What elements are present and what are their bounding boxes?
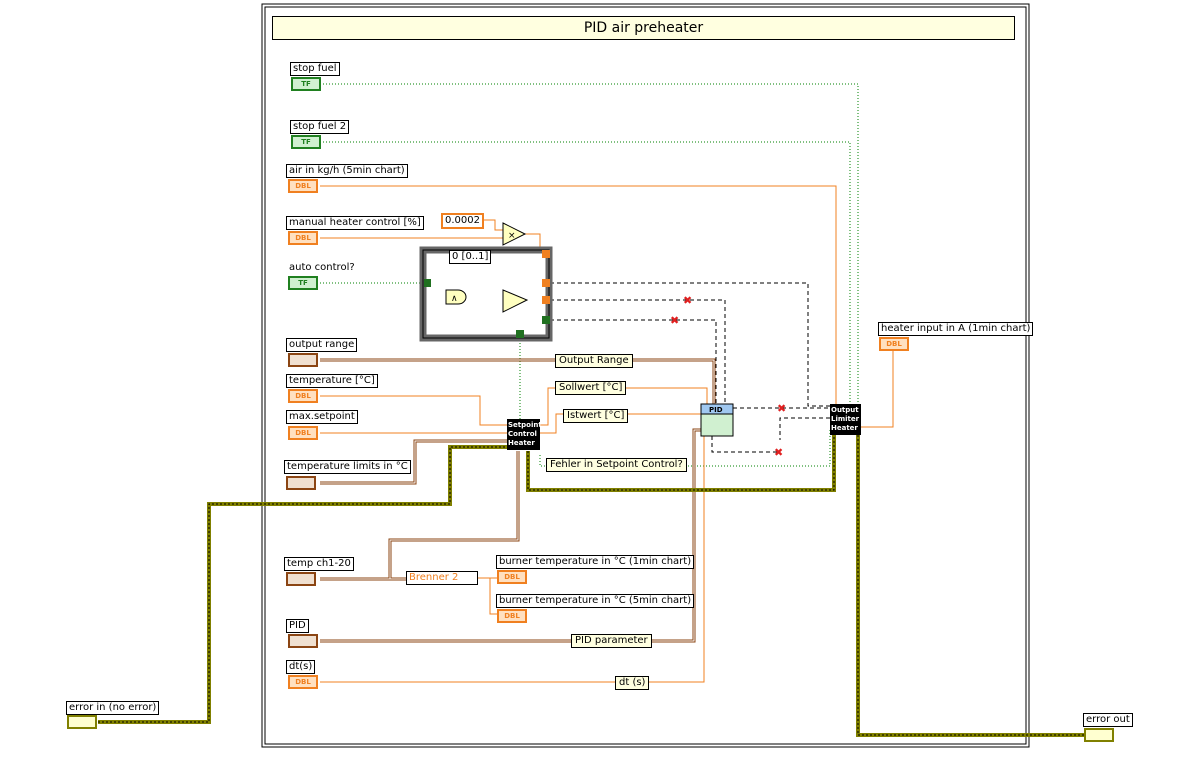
label-output-range: output range — [286, 338, 358, 352]
wire-label-fehler: Fehler in Setpoint Control? — [546, 458, 687, 472]
terminal-burner-5min[interactable]: DBL — [497, 609, 527, 623]
label-temperature: temperature [°C] — [286, 374, 378, 388]
terminal-temperature-limits[interactable] — [286, 476, 316, 490]
wire-label-istwert: Istwert [°C] — [563, 409, 629, 423]
wire-label-dt: dt (s) — [615, 676, 650, 690]
label-stop-fuel-2: stop fuel 2 — [290, 120, 350, 134]
label-error-in: error in (no error) — [66, 701, 160, 715]
label-air: air in kg/h (5min chart) — [286, 164, 408, 178]
label-stop-fuel: stop fuel — [290, 62, 340, 76]
label-heater-input: heater input in A (1min chart) — [878, 322, 1034, 336]
svg-text:PID: PID — [709, 406, 723, 414]
terminal-error-in[interactable] — [67, 715, 97, 729]
wire-label-output-range: Output Range — [555, 354, 633, 368]
terminal-air[interactable]: DBL — [288, 179, 318, 193]
svg-text:✖: ✖ — [683, 294, 692, 307]
terminal-stop-fuel-2[interactable]: TF — [291, 135, 321, 149]
svg-text:✖: ✖ — [777, 402, 786, 415]
svg-text:×: × — [508, 231, 516, 241]
terminal-temperature[interactable]: DBL — [288, 389, 318, 403]
label-temperature-limits: temperature limits in °C — [284, 460, 411, 474]
terminal-error-out[interactable] — [1084, 728, 1114, 742]
label-max-setpoint: max.setpoint — [286, 410, 358, 424]
svg-text:✖: ✖ — [774, 446, 783, 459]
wire-label-sollwert: Sollwert [°C] — [555, 381, 627, 395]
unbundle-brenner-2[interactable]: Brenner 2 — [406, 571, 478, 585]
label-pid: PID — [286, 619, 309, 633]
diagram-title: PID air preheater — [272, 16, 1015, 40]
constant-0.0002[interactable]: 0.0002 — [441, 213, 484, 229]
label-error-out: error out — [1083, 713, 1133, 727]
wire-label-pid-parameter: PID parameter — [571, 634, 652, 648]
block-diagram: ✖ ✖ ✖ ✖ × ∧ PID PID air preheater stop fuel… — [0, 0, 1195, 764]
svg-text:∧: ∧ — [451, 294, 458, 304]
terminal-max-setpoint[interactable]: DBL — [288, 426, 318, 440]
terminal-pid[interactable] — [288, 634, 318, 648]
label-burner-5min: burner temperature in °C (5min chart) — [496, 594, 695, 608]
terminal-dt[interactable]: DBL — [288, 675, 318, 689]
output-limiter-subvi[interactable]: Output Limiter Heater — [830, 404, 861, 435]
label-auto-control: auto control? — [286, 261, 358, 275]
terminal-stop-fuel[interactable]: TF — [291, 77, 321, 91]
label-burner-1min: burner temperature in °C (1min chart) — [496, 555, 695, 569]
label-dt: dt(s) — [286, 660, 316, 674]
terminal-auto-control[interactable]: TF — [288, 276, 318, 290]
svg-text:✖: ✖ — [670, 314, 679, 327]
terminal-temp-ch[interactable] — [286, 572, 316, 586]
setpoint-control-subvi[interactable]: Setpoint Control Heater — [507, 419, 542, 450]
case-selector[interactable]: 0 [0..1] — [449, 250, 492, 264]
label-manual-heater: manual heater control [%] — [286, 216, 424, 230]
terminal-heater-input[interactable]: DBL — [879, 337, 909, 351]
terminal-burner-1min[interactable]: DBL — [497, 570, 527, 584]
terminal-manual-heater[interactable]: DBL — [288, 231, 318, 245]
terminal-output-range[interactable] — [288, 353, 318, 367]
label-temp-ch: temp ch1-20 — [284, 557, 354, 571]
